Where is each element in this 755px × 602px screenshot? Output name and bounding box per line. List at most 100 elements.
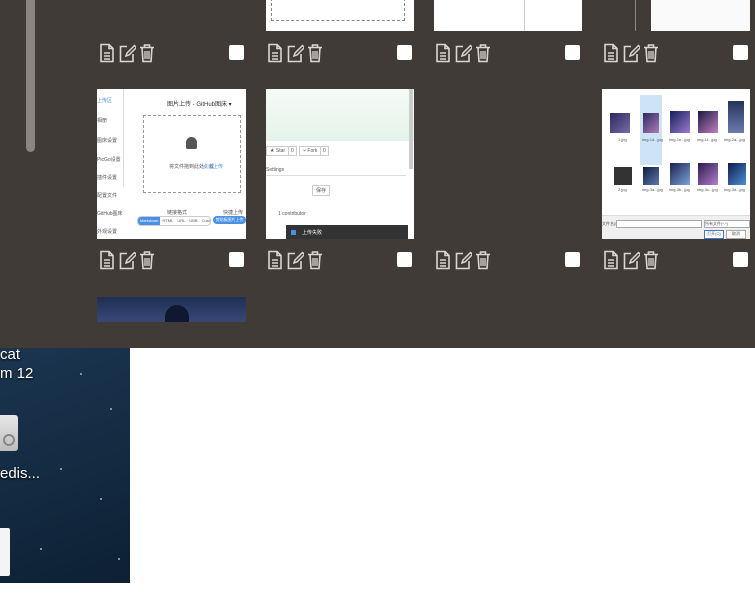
select-checkbox[interactable] [229, 45, 244, 60]
document-icon[interactable] [434, 250, 452, 270]
image-thumbnail-light-top[interactable] [602, 0, 750, 31]
trash-icon[interactable] [306, 250, 324, 270]
document-icon[interactable] [266, 250, 284, 270]
image-thumbnail-dark-night[interactable] [97, 297, 246, 322]
upload-cloud-icon [186, 137, 197, 149]
select-checkbox[interactable] [565, 45, 580, 60]
trash-icon[interactable] [306, 43, 324, 63]
file-thumb [610, 113, 630, 133]
fork-button: ⑂ Fork [299, 146, 322, 156]
trash-icon[interactable] [474, 43, 492, 63]
nav-item: 插件设置 [97, 175, 118, 181]
desktop-document-icon[interactable] [0, 528, 10, 576]
edit-icon[interactable] [454, 250, 472, 270]
document-icon[interactable] [98, 250, 116, 270]
drop-zone [143, 115, 241, 193]
trash-icon[interactable] [138, 250, 156, 270]
filter-select: 所有文件(*.*) [704, 220, 750, 228]
edit-icon[interactable] [118, 43, 136, 63]
open-button: 打开(O) [704, 230, 724, 239]
sidebar-divider [123, 89, 124, 187]
star-dot [100, 498, 102, 500]
star-dot [60, 468, 62, 470]
star-dot [110, 408, 112, 410]
select-checkbox[interactable] [733, 45, 748, 60]
file-name: 2.jpg [618, 187, 627, 192]
select-checkbox[interactable] [733, 252, 748, 267]
edit-icon[interactable] [622, 250, 640, 270]
file-name: img-3c...jpg [697, 187, 718, 192]
silhouette [165, 305, 189, 322]
file-name: 1.jpg [618, 137, 627, 142]
settings-tab: Settings [266, 167, 285, 173]
select-checkbox[interactable] [565, 252, 580, 267]
edit-icon[interactable] [286, 43, 304, 63]
divider-line [524, 0, 525, 31]
toast-check-icon [291, 230, 296, 235]
file-name: img-3d...jpg [724, 187, 745, 192]
file-thumb [698, 111, 718, 133]
edit-icon[interactable] [118, 250, 136, 270]
file-name: img-1f...jpg [697, 137, 717, 142]
save-button: 保存 [312, 185, 331, 196]
trash-icon[interactable] [642, 43, 660, 63]
image-thumbnail-dashed-top[interactable] [266, 0, 414, 31]
upload-title: 图片上传 - GitHub图床 ▾ [167, 102, 232, 108]
image-gallery-panel: 上传区 相册 图床设置 PicGo设置 插件设置 配置文件 GitHub图床 外… [0, 0, 755, 348]
desktop-background: cat m 12 edis... [0, 348, 130, 583]
row-actions-1 [0, 43, 755, 67]
nav-item: PicGo设置 [97, 157, 121, 163]
nav-item: 配置文件 [97, 193, 118, 199]
format-option: Markdown [138, 217, 161, 225]
edit-icon[interactable] [286, 250, 304, 270]
file-name: img-1d...jpg [642, 137, 663, 142]
star-button: ★ Star [266, 146, 290, 156]
file-thumb [728, 163, 746, 185]
edit-icon[interactable] [454, 43, 472, 63]
file-thumb [670, 163, 690, 185]
file-name: img-3a...jpg [642, 187, 663, 192]
trash-icon[interactable] [474, 250, 492, 270]
edit-icon[interactable] [622, 43, 640, 63]
nav-item: GitHub图床 [97, 211, 123, 217]
row-actions-2 [0, 250, 755, 274]
select-checkbox[interactable] [397, 45, 412, 60]
file-name: img-2a...jpg [724, 137, 745, 142]
nav-item: 上传区 [97, 98, 113, 104]
scrollbar-inner [409, 89, 413, 169]
filename-input [616, 220, 702, 228]
trash-icon[interactable] [138, 43, 156, 63]
toast-message: 上传失败 [302, 230, 323, 236]
document-icon[interactable] [98, 43, 116, 63]
image-thumbnail-white-top[interactable] [434, 0, 582, 31]
file-name: img-3b...jpg [669, 187, 690, 192]
file-thumb [670, 111, 690, 133]
image-thumbnail-file-dialog[interactable]: 1.jpg img-1d...jpg img-1e...jpg img-1f..… [602, 89, 750, 239]
divider [266, 175, 406, 176]
cancel-button: 取消 [726, 230, 746, 239]
document-icon[interactable] [602, 43, 620, 63]
scrollbar-thumb[interactable] [26, 0, 35, 152]
clipboard-upload-button: 剪贴板图片上传 [213, 216, 246, 224]
select-checkbox[interactable] [397, 252, 412, 267]
format-option: UBB [189, 218, 198, 223]
format-option: Custom [201, 218, 210, 223]
file-thumb [643, 167, 659, 185]
document-icon[interactable] [266, 43, 284, 63]
image-thumbnail-picgo-upload[interactable]: 上传区 相册 图床设置 PicGo设置 插件设置 配置文件 GitHub图床 外… [97, 89, 246, 239]
format-toggle-group: Markdown HTML URL UBB Custom [137, 216, 211, 226]
image-thumbnail-github-settings[interactable]: ★ Star 0 ⑂ Fork 0 Settings 保存 1 contribu… [266, 89, 414, 239]
document-icon[interactable] [602, 250, 620, 270]
star-dot [40, 548, 42, 550]
format-option: HTML [162, 218, 174, 223]
desktop-icon-label: cat [0, 348, 21, 363]
trash-icon[interactable] [642, 250, 660, 270]
file-thumb [614, 167, 632, 185]
nav-item: 图床设置 [97, 138, 118, 144]
select-checkbox[interactable] [229, 252, 244, 267]
file-name: img-1e...jpg [669, 137, 690, 142]
desktop-icon-label: edis... [0, 465, 41, 482]
nav-item: 外观设置 [97, 229, 118, 235]
document-icon[interactable] [434, 43, 452, 63]
screenshot-fragment [651, 0, 750, 31]
